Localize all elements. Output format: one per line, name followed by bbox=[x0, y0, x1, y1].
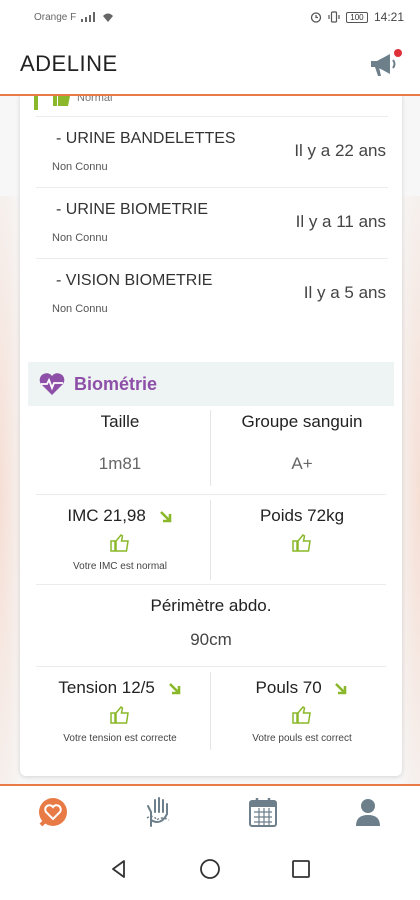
imc-line: IMC 21,98 bbox=[32, 506, 208, 526]
back-icon[interactable] bbox=[109, 859, 129, 879]
alarm-icon bbox=[310, 12, 322, 23]
poids-label: Poids 72kg bbox=[259, 506, 345, 525]
scroll-content[interactable]: Normal - URINE BANDELETTES Non Connu Il … bbox=[0, 96, 420, 784]
profile-icon bbox=[355, 799, 380, 826]
thumbs-up-icon bbox=[292, 706, 311, 724]
carrier-label: Orange F bbox=[34, 11, 77, 23]
imc-cell[interactable]: IMC 21,98 Votre IMC est normal bbox=[32, 506, 208, 572]
thumbs-up-icon bbox=[53, 96, 70, 106]
battery-icon: 100 bbox=[345, 11, 368, 23]
status-right: 100 14:21 bbox=[310, 10, 404, 24]
announcements-button[interactable] bbox=[368, 49, 402, 79]
page-title: ADELINE bbox=[20, 51, 118, 76]
exam-name: - VISION BIOMETRIE bbox=[56, 272, 213, 289]
tension-cell[interactable]: Tension 12/5 Votre tension est correcte bbox=[32, 678, 208, 744]
biometrie-section-header: Biométrie bbox=[28, 362, 394, 406]
tension-line: Tension 12/5 bbox=[32, 678, 208, 698]
groupe-sanguin-cell[interactable]: Groupe sanguin A+ bbox=[212, 412, 392, 474]
wifi-icon bbox=[103, 13, 114, 22]
exam-date: Il y a 5 ans bbox=[303, 283, 386, 302]
taille-cell[interactable]: Taille 1m81 bbox=[32, 412, 208, 474]
exam-date: Il y a 11 ans bbox=[295, 212, 386, 231]
thumbs-up-icon bbox=[110, 534, 129, 552]
divider bbox=[36, 584, 386, 585]
heart-home-icon bbox=[38, 798, 67, 827]
thumbs-up-icon bbox=[110, 706, 129, 724]
divider bbox=[210, 410, 211, 486]
hand-icon bbox=[146, 797, 169, 827]
tension-label: Tension 12/5 bbox=[58, 678, 155, 697]
taille-value: 1m81 bbox=[98, 454, 142, 473]
bottom-navigation bbox=[0, 784, 420, 838]
health-card: Normal - URINE BANDELETTES Non Connu Il … bbox=[20, 96, 402, 776]
imc-note: Votre IMC est normal bbox=[73, 561, 167, 572]
arrow-down-right-icon bbox=[159, 510, 171, 522]
poids-cell[interactable]: Poids 72kg bbox=[212, 506, 392, 557]
item-status: Normal bbox=[77, 96, 113, 104]
nav-home-button[interactable] bbox=[33, 792, 73, 832]
heart-pulse-icon bbox=[39, 373, 65, 395]
perimetre-value: 90cm bbox=[190, 630, 232, 649]
status-left: Orange F bbox=[34, 12, 114, 23]
decor-glow-left bbox=[0, 196, 20, 784]
pouls-cell[interactable]: Pouls 70 Votre pouls est correct bbox=[212, 678, 392, 744]
groupe-sanguin-label: Groupe sanguin bbox=[241, 412, 363, 431]
list-item-partial[interactable]: Normal bbox=[20, 96, 402, 114]
divider bbox=[36, 666, 386, 667]
arrow-down-right-icon bbox=[168, 682, 180, 694]
notification-dot bbox=[394, 49, 402, 57]
megaphone-icon bbox=[371, 54, 396, 76]
signal-icon bbox=[81, 12, 96, 22]
list-item[interactable]: - URINE BANDELETTES Non Connu Il y a 22 … bbox=[36, 116, 388, 186]
exam-name: - URINE BIOMETRIE bbox=[56, 201, 209, 218]
thumbs-up-icon bbox=[292, 534, 311, 552]
calendar-icon bbox=[248, 798, 277, 827]
taille-label: Taille bbox=[100, 412, 140, 431]
biometrie-title: Biométrie bbox=[74, 373, 158, 394]
clock: 14:21 bbox=[373, 10, 404, 24]
exam-status: Non Connu bbox=[52, 303, 108, 315]
perimetre-cell[interactable]: Périmètre abdo. 90cm bbox=[32, 596, 390, 650]
home-icon[interactable] bbox=[199, 858, 221, 880]
list-item[interactable]: - VISION BIOMETRIE Non Connu Il y a 5 an… bbox=[36, 258, 388, 328]
exam-date: Il y a 22 ans bbox=[294, 141, 386, 160]
divider bbox=[210, 500, 211, 580]
divider bbox=[210, 672, 211, 750]
nav-care-button[interactable] bbox=[138, 792, 178, 832]
divider bbox=[36, 494, 386, 495]
status-bar-indicator bbox=[34, 96, 38, 110]
nav-calendar-button[interactable] bbox=[243, 792, 283, 832]
perimetre-label: Périmètre abdo. bbox=[150, 596, 272, 615]
imc-label: IMC 21,98 bbox=[67, 506, 146, 525]
exam-status: Non Connu bbox=[52, 161, 108, 173]
exam-status: Non Connu bbox=[52, 232, 108, 244]
pouls-label: Pouls 70 bbox=[255, 678, 322, 697]
exam-name: - URINE BANDELETTES bbox=[56, 130, 236, 147]
status-bar: Orange F 100 14:21 bbox=[0, 0, 420, 34]
recents-icon[interactable] bbox=[291, 859, 311, 879]
tension-note: Votre tension est correcte bbox=[63, 733, 177, 744]
arrow-down-right-icon bbox=[335, 682, 347, 694]
groupe-sanguin-value: A+ bbox=[291, 454, 313, 473]
app-header: ADELINE bbox=[0, 34, 420, 96]
list-item[interactable]: - URINE BIOMETRIE Non Connu Il y a 11 an… bbox=[36, 187, 388, 257]
decor-glow-right bbox=[400, 196, 420, 784]
vibrate-icon bbox=[328, 11, 340, 23]
pouls-note: Votre pouls est correct bbox=[252, 733, 352, 744]
nav-profile-button[interactable] bbox=[348, 792, 388, 832]
pouls-line: Pouls 70 bbox=[212, 678, 392, 698]
system-navigation bbox=[0, 838, 420, 900]
